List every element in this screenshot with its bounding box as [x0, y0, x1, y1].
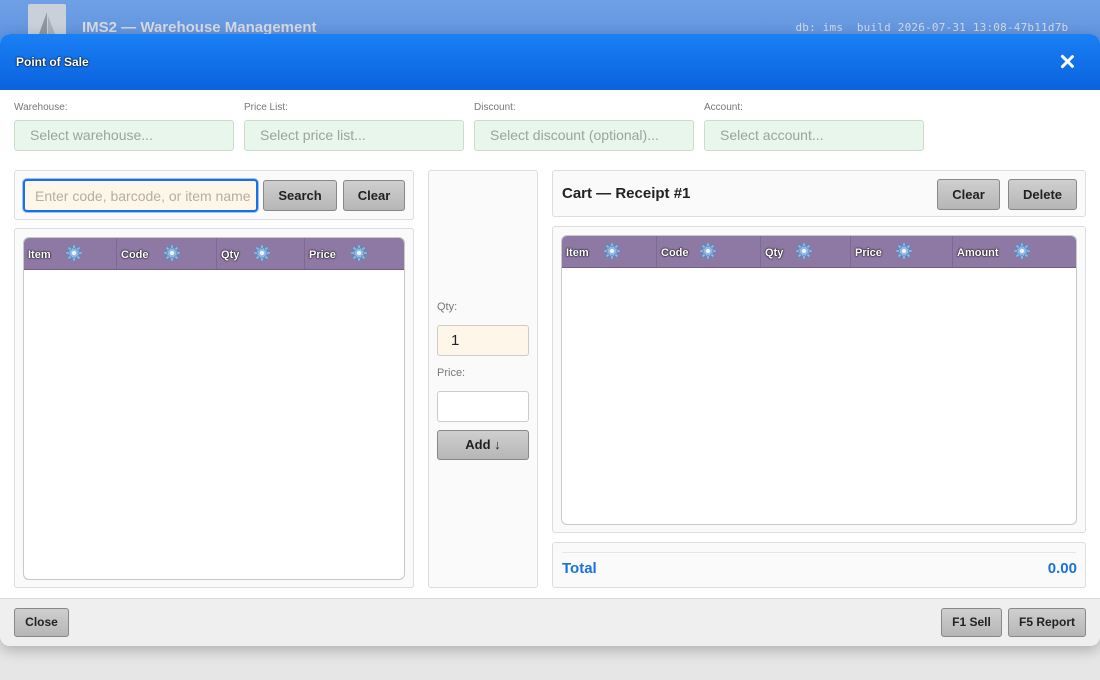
column-header-price[interactable]: Price	[305, 238, 404, 269]
search-clear-button[interactable]: Clear	[343, 180, 405, 211]
sell-button[interactable]: F1 Sell	[941, 608, 1002, 637]
warehouse-filter: Warehouse: Select warehouse...	[14, 102, 234, 151]
warehouse-select[interactable]: Select warehouse...	[14, 120, 234, 151]
total-divider	[562, 552, 1076, 553]
total-panel: Total 0.00	[552, 542, 1086, 588]
column-header-item[interactable]: Item	[24, 238, 117, 269]
search-button[interactable]: Search	[263, 180, 337, 211]
column-header-price[interactable]: Price	[851, 236, 953, 267]
gear-icon[interactable]	[895, 242, 913, 260]
account-select[interactable]: Select account...	[704, 120, 924, 151]
gear-icon[interactable]	[65, 244, 83, 262]
items-grid-header: Item Code Qty Price	[24, 238, 404, 270]
discount-select[interactable]: Select discount (optional)...	[474, 120, 694, 151]
dialog-title: Point of Sale	[16, 55, 89, 69]
filters-row: Warehouse: Select warehouse... Price Lis…	[0, 90, 1100, 168]
gear-icon[interactable]	[1013, 242, 1031, 260]
cart-delete-button[interactable]: Delete	[1008, 179, 1077, 210]
close-button[interactable]: Close	[14, 608, 69, 637]
cart-grid: Item Code Qty Price Amount	[561, 235, 1077, 525]
column-header-code[interactable]: Code	[117, 238, 217, 269]
entry-panel: Qty: 1 Price: Add ↓	[428, 170, 538, 588]
column-header-amount[interactable]: Amount	[953, 236, 1076, 267]
dialog-header: Point of Sale	[0, 34, 1100, 90]
total-value: 0.00	[1047, 560, 1077, 577]
search-panel: Search Clear	[14, 170, 414, 220]
account-label: Account:	[704, 102, 743, 113]
price-list-filter: Price List: Select price list...	[244, 102, 464, 151]
cart-panel: Item Code Qty Price Amount	[552, 226, 1086, 533]
total-label: Total	[562, 560, 597, 577]
items-grid: Item Code Qty Price	[23, 237, 405, 580]
price-label: Price:	[437, 367, 466, 379]
items-panel: Item Code Qty Price	[14, 228, 414, 588]
qty-input[interactable]: 1	[437, 325, 529, 356]
price-input[interactable]	[437, 391, 529, 422]
cart-clear-button[interactable]: Clear	[937, 179, 1000, 210]
price-list-select[interactable]: Select price list...	[244, 120, 464, 151]
gear-icon[interactable]	[253, 244, 271, 262]
gear-icon[interactable]	[699, 242, 717, 260]
dialog-footer: Close F1 Sell F5 Report	[0, 598, 1100, 646]
gear-icon[interactable]	[603, 242, 621, 260]
warehouse-label: Warehouse:	[14, 102, 68, 113]
account-filter: Account: Select account...	[704, 102, 924, 151]
gear-icon[interactable]	[795, 242, 813, 260]
qty-label: Qty:	[437, 301, 458, 313]
cart-header-panel: Cart — Receipt #1 Clear Delete	[552, 170, 1086, 217]
report-button[interactable]: F5 Report	[1008, 608, 1086, 637]
price-list-label: Price List:	[244, 102, 288, 113]
column-header-qty[interactable]: Qty	[217, 238, 305, 269]
discount-filter: Discount: Select discount (optional)...	[474, 102, 694, 151]
column-header-code[interactable]: Code	[657, 236, 761, 267]
discount-label: Discount:	[474, 102, 516, 113]
gear-icon[interactable]	[350, 244, 368, 262]
gear-icon[interactable]	[163, 244, 181, 262]
add-button[interactable]: Add ↓	[437, 430, 529, 460]
column-header-item[interactable]: Item	[562, 236, 657, 267]
close-icon[interactable]	[1056, 51, 1078, 73]
column-header-qty[interactable]: Qty	[761, 236, 851, 267]
cart-title: Cart — Receipt #1	[562, 185, 691, 202]
build-info: db: ims build 2026-07-31 13:08-47b11d7b	[795, 21, 1082, 34]
search-input[interactable]	[23, 179, 258, 212]
cart-grid-header: Item Code Qty Price Amount	[562, 236, 1076, 268]
pos-dialog: Point of Sale Warehouse: Select warehous…	[0, 34, 1100, 646]
